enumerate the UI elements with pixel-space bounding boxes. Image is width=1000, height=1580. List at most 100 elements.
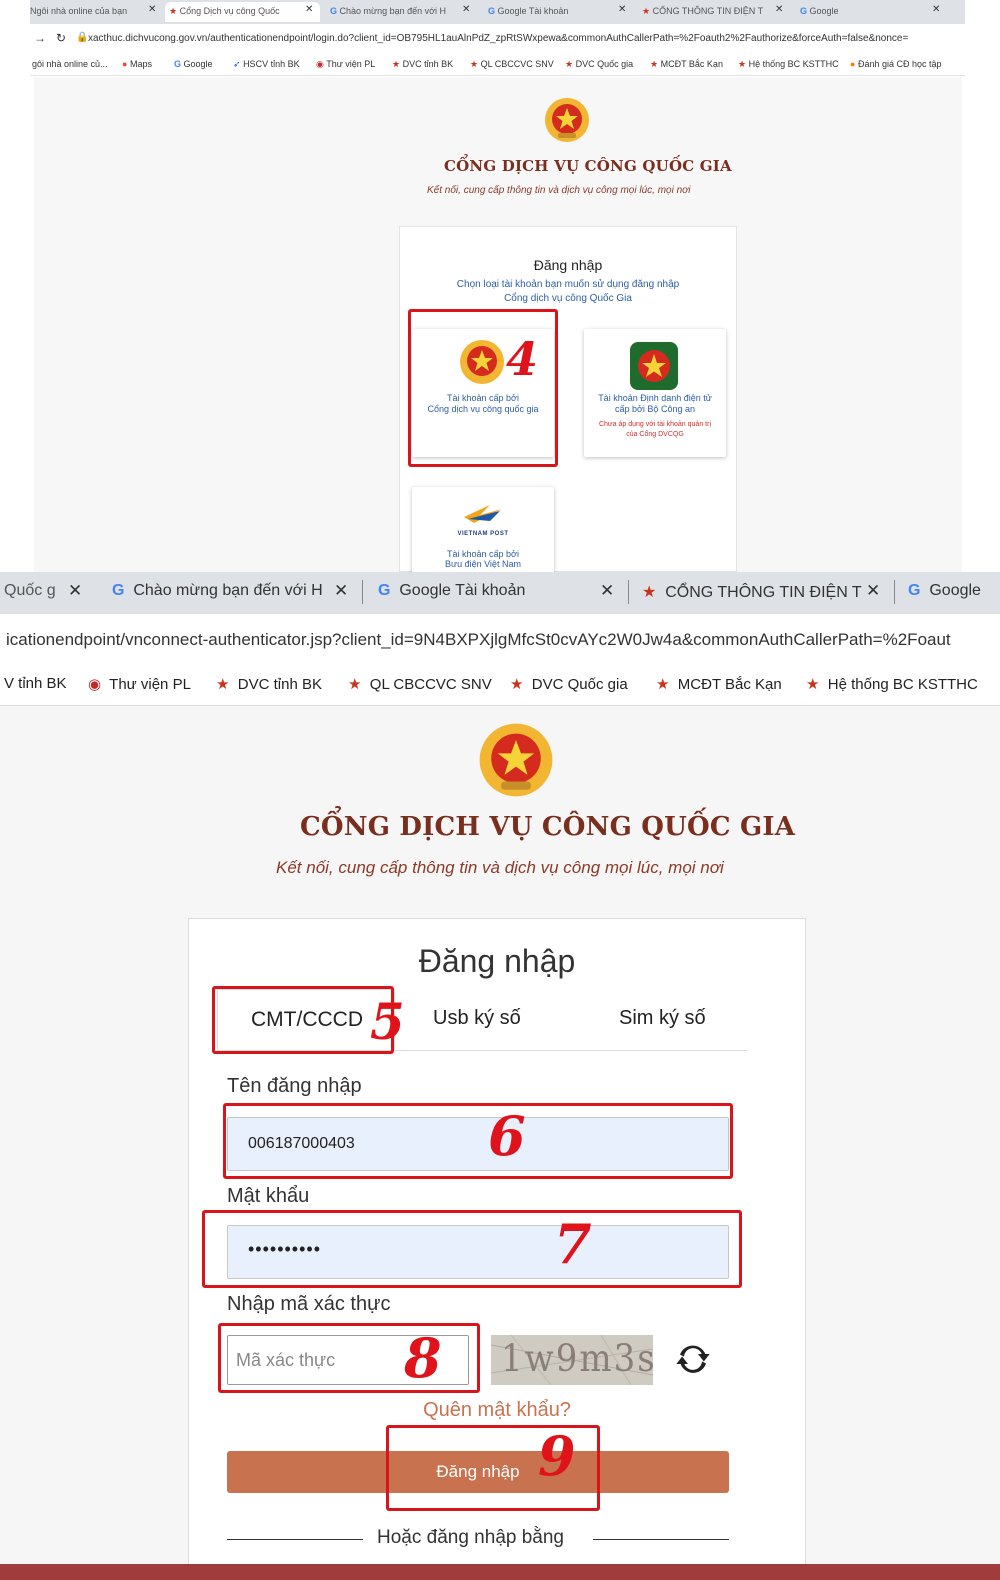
browser-tab-label: Chào mừng bạn đến với H bbox=[339, 6, 447, 16]
account-option-vnpost[interactable]: VIETNAM POST Tài khoản cấp bởi Bưu điện … bbox=[412, 487, 554, 572]
emblem-icon: ★ bbox=[806, 676, 820, 693]
reload-icon[interactable]: ↻ bbox=[56, 31, 66, 45]
forgot-password-link[interactable]: Quên mật khẩu? bbox=[189, 1399, 805, 1422]
browser-tab-label: Chào mừng bạn đến với H bbox=[133, 582, 323, 599]
browser-tab[interactable]: G Chào mừng bạn đến với H bbox=[112, 582, 323, 600]
emblem-icon: ★ bbox=[738, 59, 747, 69]
login-hint-portal: Cổng dịch vụ công Quốc Gia bbox=[504, 293, 632, 304]
url-text[interactable]: icationendpoint/vnconnect-authenticator.… bbox=[6, 630, 951, 650]
close-tab-icon[interactable]: ✕ bbox=[305, 4, 313, 15]
browser-tab-active[interactable]: Quốc g bbox=[4, 582, 56, 600]
browser-tab[interactable]: G Google Tài khoản bbox=[488, 2, 608, 22]
emblem-favicon-icon: ★ bbox=[642, 6, 651, 16]
bird-icon: ➶ bbox=[233, 59, 241, 69]
bookmark-label: QL CBCCVC SNV bbox=[480, 59, 554, 69]
annotation-number: 4 bbox=[506, 332, 539, 386]
option-warning: Chưa áp dụng với tài khoản quản trị bbox=[598, 421, 711, 428]
emblem-icon: ★ bbox=[650, 59, 659, 69]
option-label: Tài khoản Định danh điện tử bbox=[598, 393, 712, 403]
close-tab-icon[interactable]: ✕ bbox=[618, 4, 626, 15]
browser-tab[interactable]: Ngôi nhà online của bạn bbox=[30, 2, 140, 22]
google-icon: G bbox=[174, 59, 182, 69]
annotation-box-step-7 bbox=[202, 1210, 742, 1288]
footer-bar bbox=[0, 1564, 1000, 1580]
browser-tab[interactable]: ★ CỔNG THÔNG TIN ĐIỆN T bbox=[642, 582, 862, 602]
emblem-icon: ★ bbox=[216, 676, 230, 693]
annotation-number: 5 bbox=[370, 992, 405, 1051]
bookmark-item[interactable]: ★ QL CBCCVC SNV bbox=[348, 675, 492, 693]
bookmark-item[interactable]: ➶ HSCV tỉnh BK bbox=[233, 59, 300, 70]
refresh-icon[interactable] bbox=[673, 1339, 713, 1379]
bookmark-item[interactable]: ◉ Thư viện PL bbox=[88, 675, 191, 693]
bookmark-item[interactable]: ★ DVC Quốc gia bbox=[565, 59, 633, 70]
login-heading: Đăng nhập bbox=[533, 257, 603, 273]
browser-tab[interactable]: ★ CỔNG THÔNG TIN ĐIỆN T bbox=[642, 2, 782, 22]
tab-strip: Quốc g ✕ G Chào mừng bạn đến với H ✕ G G… bbox=[0, 572, 1000, 614]
emblem-icon: ★ bbox=[392, 59, 401, 69]
browser-tab[interactable]: G Chào mừng bạn đến với H bbox=[330, 2, 460, 22]
bookmark-label: DVC tỉnh BK bbox=[402, 59, 454, 69]
browser-tab-label: CỔNG THÔNG TIN ĐIỆN T bbox=[652, 6, 764, 16]
tab-usb-ky-so[interactable]: Usb ký số bbox=[433, 1007, 521, 1030]
close-tab-icon[interactable]: ✕ bbox=[462, 4, 470, 15]
bookmark-item[interactable]: ★ MCĐT Bắc Kạn bbox=[656, 675, 782, 693]
login-hint: Chọn loại tài khoản bạn muốn sử dụng đăn… bbox=[456, 279, 680, 290]
bookmark-item[interactable]: ★ MCĐT Bắc Kạn bbox=[650, 59, 723, 70]
forward-icon[interactable]: → bbox=[34, 31, 46, 45]
close-tab-icon[interactable]: ✕ bbox=[932, 4, 940, 15]
bookmark-item[interactable]: ◉ Thư viện PL bbox=[316, 59, 375, 70]
browser-tab-active[interactable]: ★ Cổng Dịch vụ công Quốc bbox=[165, 2, 320, 22]
option-label: Tài khoản cấp bởi bbox=[447, 549, 519, 559]
bookmark-item[interactable]: ★ Hệ thống BC KSTTHC bbox=[806, 675, 978, 693]
bookmark-item[interactable]: ★ DVC Quốc gia bbox=[510, 675, 628, 693]
lock-icon[interactable]: 🔒 bbox=[76, 32, 88, 43]
google-icon: G bbox=[488, 6, 496, 16]
annotation-number: 6 bbox=[488, 1104, 526, 1168]
bookmark-label: QL CBCCVC SNV bbox=[369, 676, 492, 693]
bookmark-label: HSCV tỉnh BK bbox=[243, 59, 300, 69]
bookmark-label: DVC Quốc gia bbox=[575, 59, 634, 69]
bookmark-item[interactable]: ● Maps bbox=[122, 59, 152, 69]
bookmark-label: DVC tỉnh BK bbox=[237, 676, 322, 693]
bookmark-item[interactable]: ● Đánh giá CĐ học tập bbox=[850, 59, 942, 69]
google-icon: G bbox=[330, 6, 338, 16]
brand-title: CỔNG DỊCH VỤ CÔNG QUỐC GIA bbox=[300, 812, 796, 842]
browser-tab-label: Google Tài khoản bbox=[399, 582, 526, 599]
bookmark-label: Google bbox=[183, 59, 213, 69]
bookmark-label: DVC Quốc gia bbox=[531, 676, 628, 693]
annotation-number: 8 bbox=[404, 1326, 442, 1390]
bookmark-item[interactable]: ★ Hệ thống BC KSTTHC bbox=[738, 59, 839, 70]
close-tab-icon[interactable]: ✕ bbox=[866, 581, 880, 601]
tab-sim-ky-so[interactable]: Sim ký số bbox=[619, 1007, 706, 1030]
browser-tab[interactable]: G Google bbox=[800, 2, 900, 22]
account-option-bca[interactable]: Tài khoản Định danh điện tử cấp bởi Bộ C… bbox=[584, 329, 726, 457]
browser-tab[interactable]: G Google bbox=[908, 582, 981, 600]
bookmark-item[interactable]: ★ DVC tỉnh BK bbox=[392, 59, 453, 70]
close-tab-icon[interactable]: ✕ bbox=[68, 581, 82, 601]
brand-subtitle: Kết nối, cung cấp thông tin và dịch vụ c… bbox=[276, 858, 724, 877]
emblem-icon: ★ bbox=[510, 676, 524, 693]
bookmark-item[interactable]: G Google bbox=[174, 59, 213, 69]
brand-title: CỔNG DỊCH VỤ CÔNG QUỐC GIA bbox=[444, 157, 732, 175]
police-shield-icon bbox=[630, 342, 678, 390]
brand-subtitle: Kết nối, cung cấp thông tin và dịch vụ c… bbox=[427, 185, 691, 196]
seal-icon: ◉ bbox=[316, 59, 324, 69]
google-icon: G bbox=[908, 582, 921, 599]
close-tab-icon[interactable]: ✕ bbox=[334, 581, 348, 601]
close-tab-icon[interactable]: ✕ bbox=[775, 4, 783, 15]
close-tab-icon[interactable]: ✕ bbox=[600, 581, 614, 601]
bookmark-label: Hệ thống BC KSTTHC bbox=[748, 59, 839, 69]
bookmark-item[interactable]: gôi nhà online củ... bbox=[32, 59, 108, 69]
close-tab-icon[interactable]: ✕ bbox=[148, 4, 156, 15]
emblem-icon: ★ bbox=[348, 676, 362, 693]
divider-line bbox=[227, 1539, 363, 1540]
bookmark-item[interactable]: ★ QL CBCCVC SNV bbox=[470, 59, 554, 70]
bookmark-item[interactable]: ★ DVC tỉnh BK bbox=[216, 675, 322, 693]
annotation-number: 7 bbox=[554, 1212, 592, 1276]
browser-tab[interactable]: G Google Tài khoản bbox=[378, 582, 525, 600]
national-emblem-icon bbox=[545, 98, 589, 142]
tab-separator bbox=[628, 580, 629, 604]
url-text[interactable]: xacthuc.dichvucong.gov.vn/authentication… bbox=[88, 33, 908, 44]
bookmark-item[interactable]: V tỉnh BK bbox=[4, 675, 67, 692]
google-icon: G bbox=[112, 582, 125, 599]
